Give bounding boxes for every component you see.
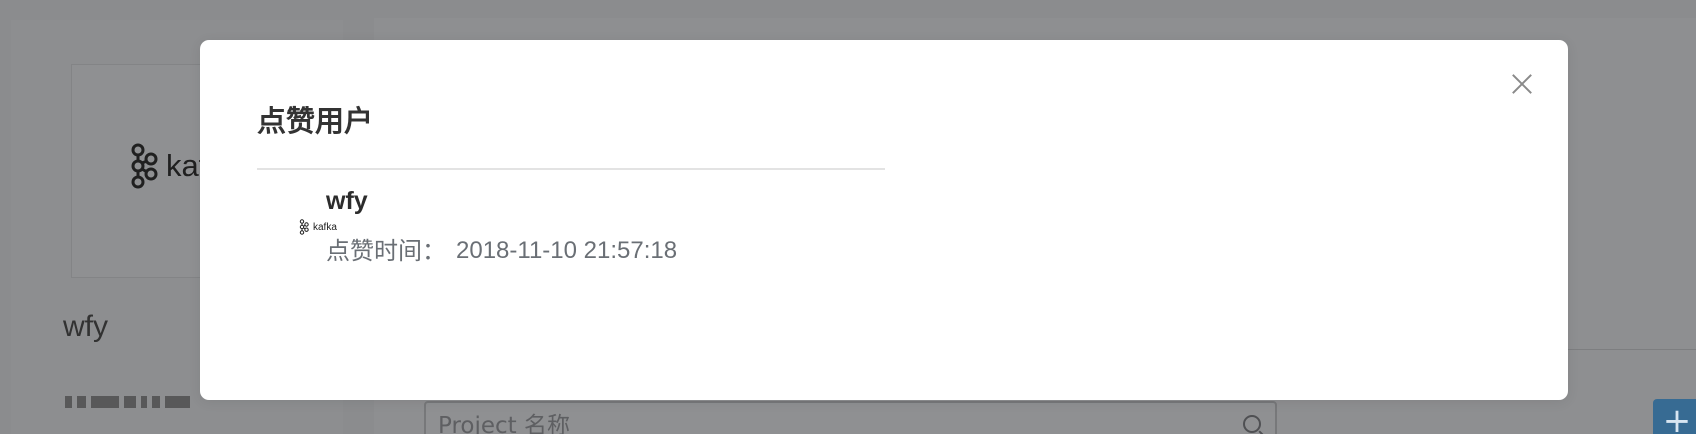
like-time-value: 2018-11-10 21:57:18 xyxy=(456,237,678,264)
add-project-button[interactable]: + xyxy=(1653,399,1696,434)
background-profile-name: wfy xyxy=(63,310,108,343)
like-time-label: 点赞时间： xyxy=(326,237,446,265)
liked-user-name: wfy xyxy=(326,187,368,215)
close-icon[interactable] xyxy=(1506,68,1538,100)
kafka-avatar-icon xyxy=(299,219,309,235)
like-time-row: 点赞时间： 2018-11-10 21:57:18 xyxy=(326,236,677,266)
kafka-logo-icon xyxy=(131,143,158,189)
search-icon[interactable] xyxy=(1243,415,1261,433)
background-kafka-logo: kaf xyxy=(130,143,207,189)
modal-title: 点赞用户 xyxy=(257,104,374,138)
modal-divider xyxy=(257,168,885,170)
background-redacted-text xyxy=(65,392,207,412)
background-search-input[interactable]: Project 名称 xyxy=(424,401,1277,434)
liked-users-modal: 点赞用户 kafka wfy 点赞时间： 2018-11-10 21:57:18 xyxy=(200,40,1568,400)
avatar-text: kafka xyxy=(313,221,337,233)
page: kaf wfy Project 名称 + 点赞用户 kafka wfy 点赞时间… xyxy=(0,0,1696,434)
